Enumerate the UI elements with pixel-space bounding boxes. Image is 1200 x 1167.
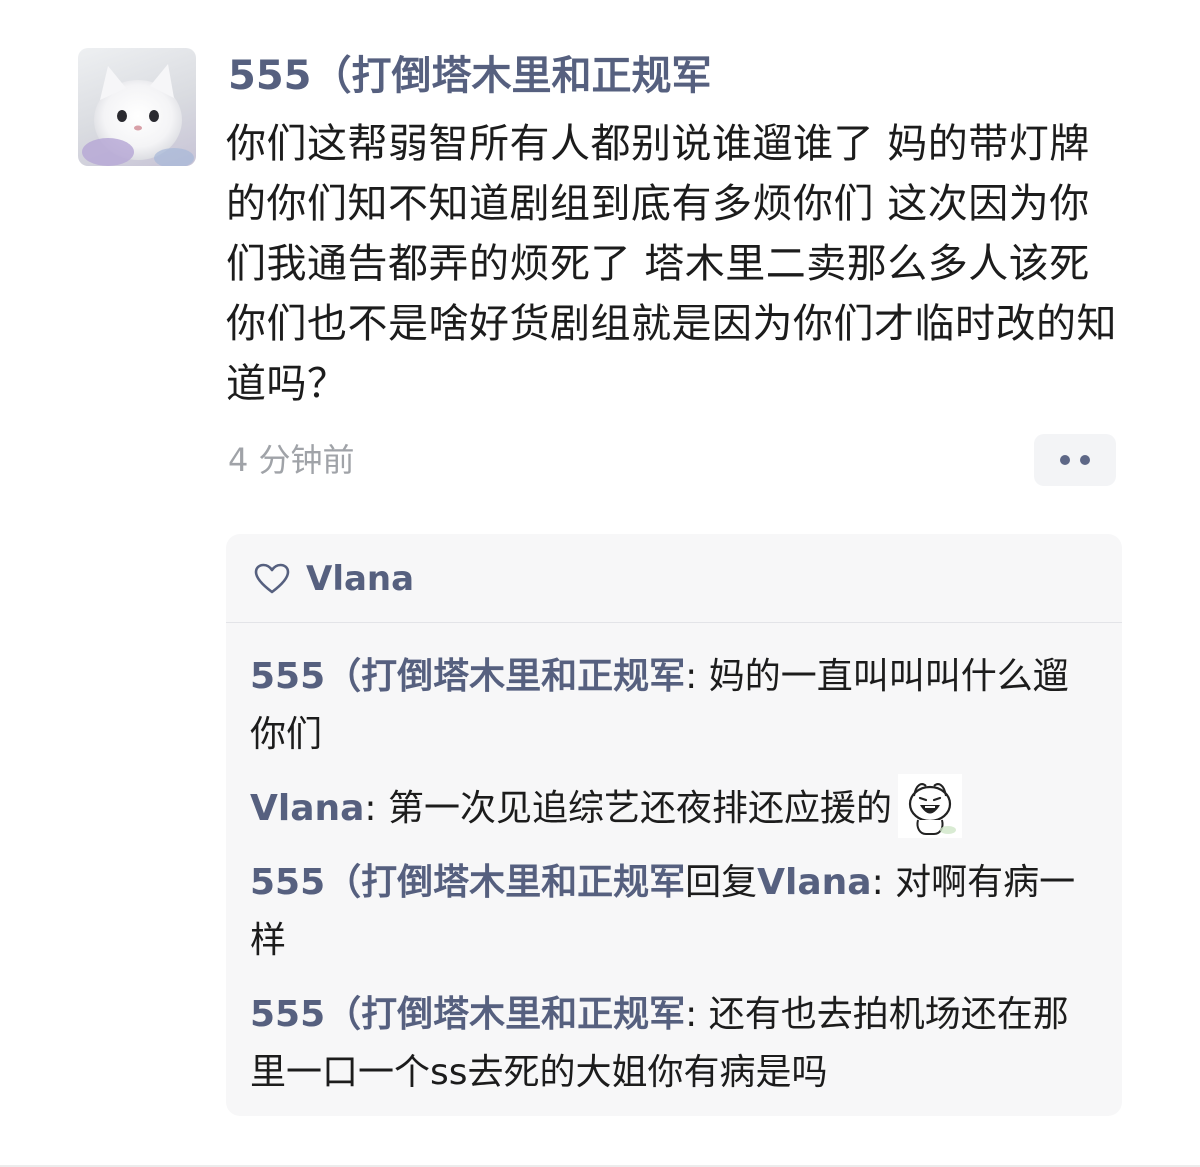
reply-panel: Vlana 555（打倒塔木里和正规军: 妈的一直叫叫叫什么遛你们 Vlana:…: [226, 534, 1122, 1116]
reply-separator: :: [685, 994, 709, 1035]
reply-item[interactable]: 555（打倒塔木里和正规军: 还有也去拍机场还在那里一口一个ss去死的大姐你有病…: [250, 986, 1100, 1102]
divider: [226, 622, 1122, 623]
more-dot-icon: [1080, 455, 1090, 465]
liker-name[interactable]: Vlana: [306, 559, 414, 599]
reply-text: 第一次见追综艺还夜排还应援的: [388, 788, 893, 829]
reply-author[interactable]: 555（打倒塔木里和正规军: [250, 862, 685, 903]
reply-item[interactable]: Vlana: 第一次见追综艺还夜排还应援的: [250, 774, 1100, 842]
comment-timestamp: 4 分钟前: [228, 441, 355, 479]
more-dot-icon: [1060, 455, 1070, 465]
reply-author[interactable]: Vlana: [250, 788, 364, 829]
heart-outline-icon[interactable]: [254, 563, 290, 595]
reply-separator: :: [364, 788, 388, 829]
cat-avatar-icon: [82, 64, 194, 166]
comment-text: 你们这帮弱智所有人都别说谁遛谁了 妈的带灯牌的你们知不知道剧组到底有多烦你们 这…: [226, 121, 1117, 407]
reply-separator: :: [871, 862, 896, 903]
reply-item[interactable]: 555（打倒塔木里和正规军回复Vlana: 对啊有病一样: [250, 854, 1100, 970]
reply-author[interactable]: 555（打倒塔木里和正规军: [250, 994, 685, 1035]
avatar[interactable]: [78, 48, 196, 166]
reply-item[interactable]: 555（打倒塔木里和正规军: 妈的一直叫叫叫什么遛你们: [250, 648, 1100, 764]
more-options-button[interactable]: [1034, 434, 1116, 486]
like-row: Vlana: [254, 554, 414, 604]
reply-separator: :: [685, 656, 709, 697]
reply-to-label: 回复: [685, 862, 758, 903]
comment-username[interactable]: 555（打倒塔木里和正规军: [228, 50, 712, 102]
laughing-cartoon-sticker-icon: [898, 774, 963, 838]
reply-author[interactable]: 555（打倒塔木里和正规军: [250, 656, 685, 697]
reply-target[interactable]: Vlana: [757, 862, 871, 903]
